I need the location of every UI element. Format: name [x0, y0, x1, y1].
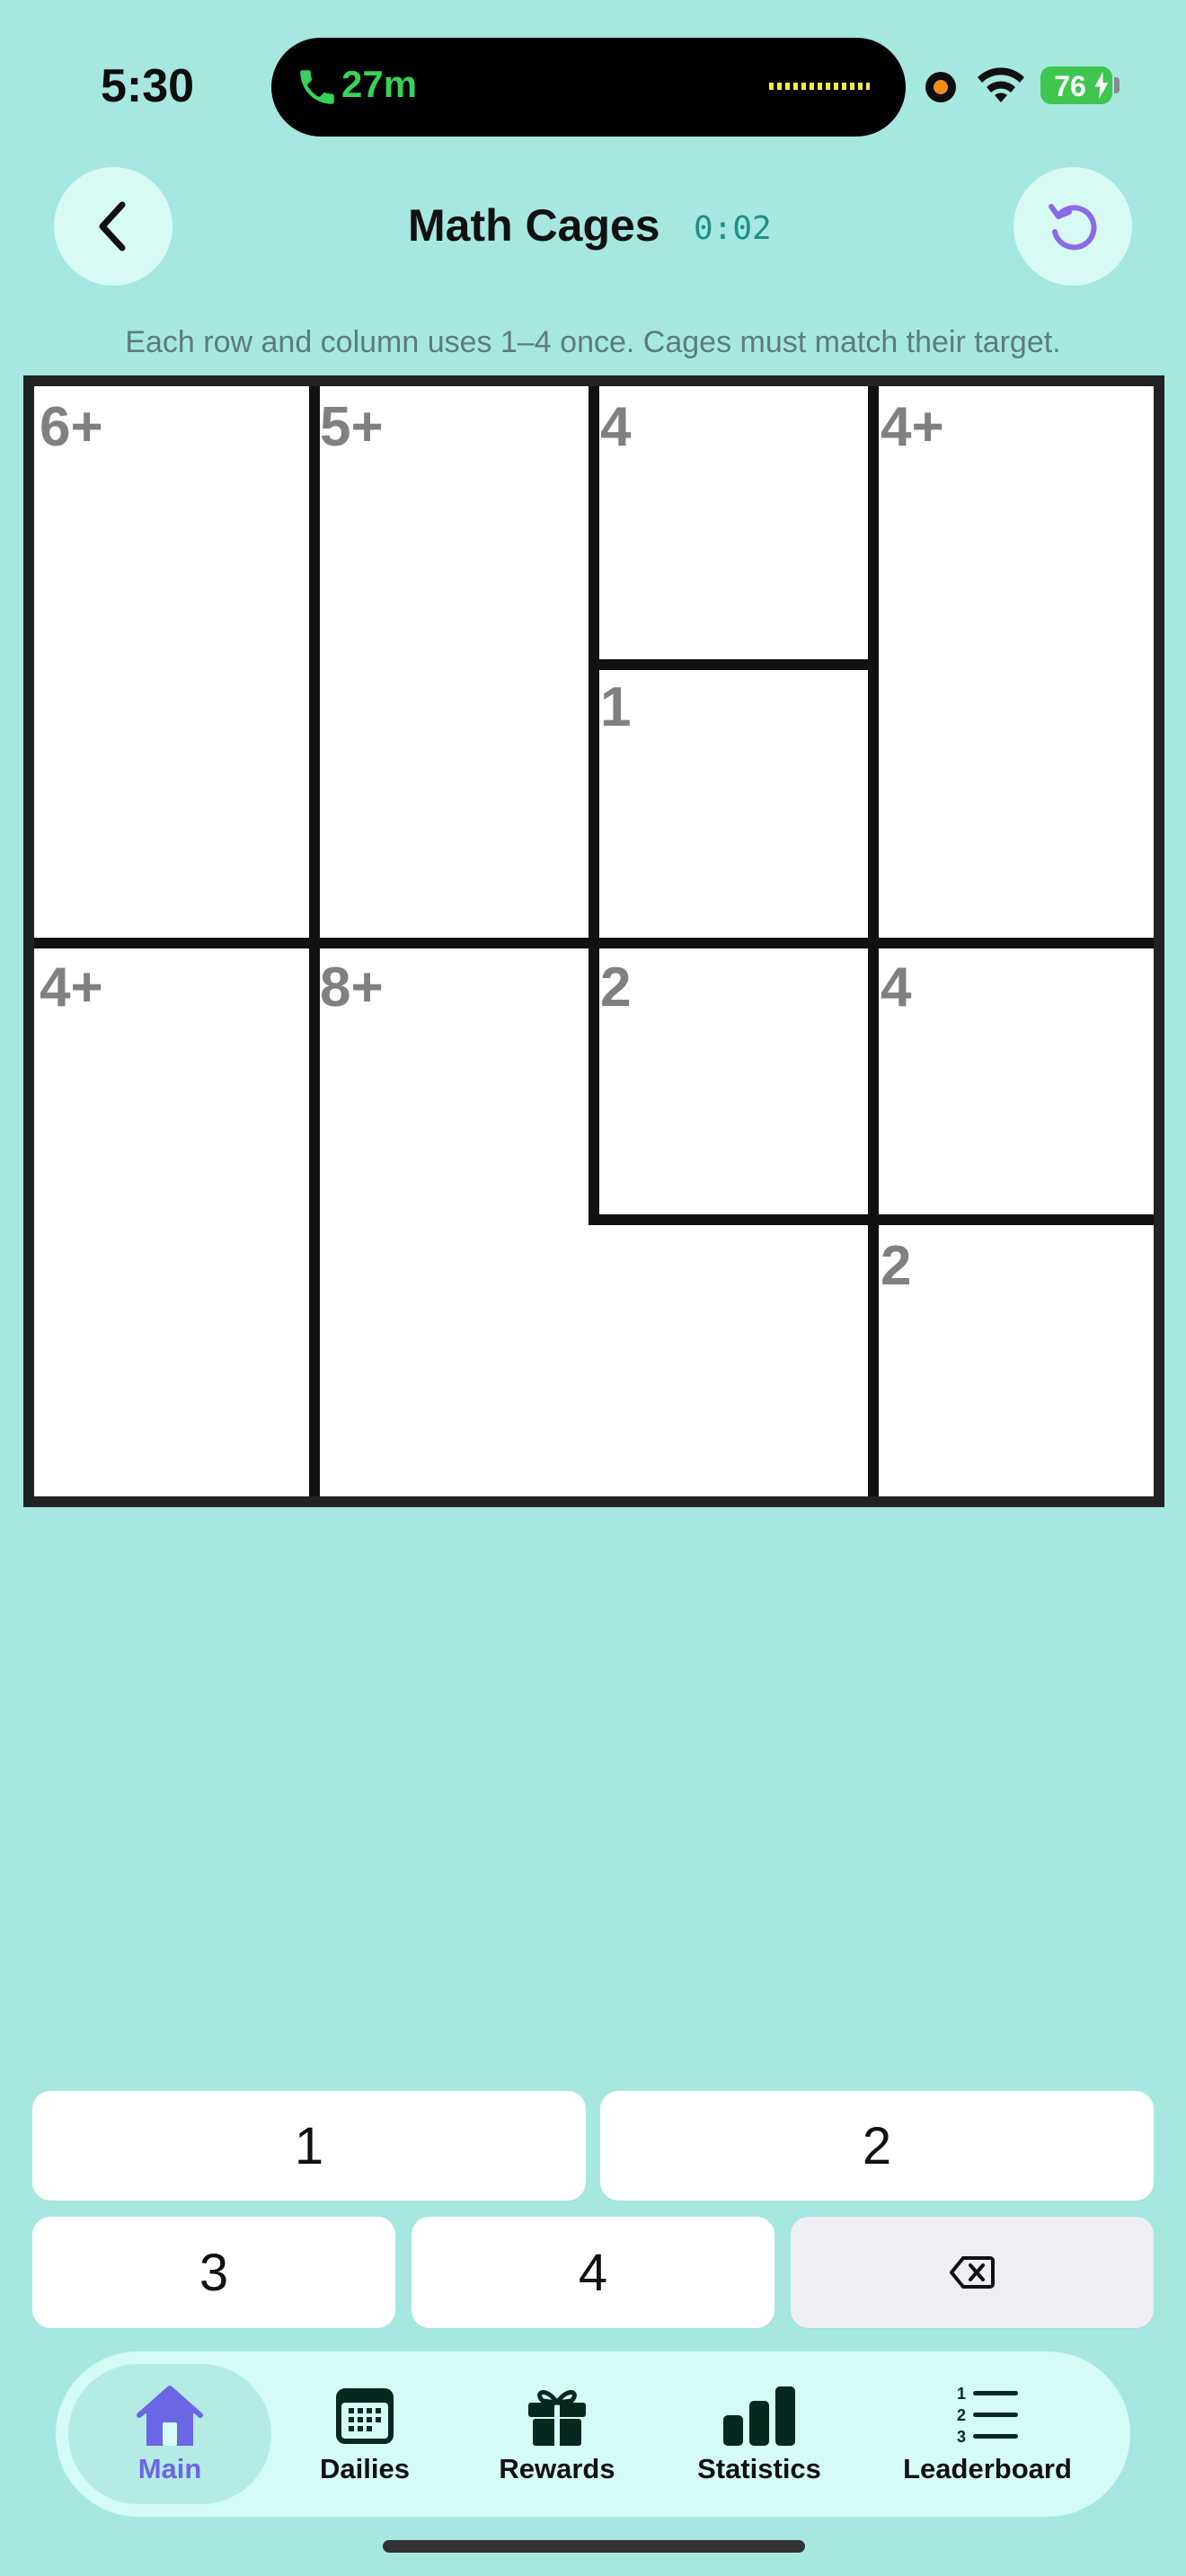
house-icon [137, 2386, 203, 2446]
key-3-button[interactable]: 3 [32, 2217, 395, 2328]
cell-r4c4[interactable] [872, 1219, 1154, 1496]
svg-text:3: 3 [957, 2428, 966, 2446]
call-duration: 27m [341, 63, 418, 105]
audio-waveform [769, 83, 870, 90]
page-title: Math Cages [408, 200, 660, 251]
tab-rewards[interactable]: Rewards [476, 2351, 638, 2517]
reset-button[interactable] [1013, 167, 1132, 286]
cage-divider [589, 386, 599, 1223]
tab-main-label: Main [137, 2453, 202, 2484]
backspace-icon [950, 2256, 995, 2289]
recording-indicator-icon [925, 72, 956, 102]
cage-clue: 2 [600, 957, 632, 1019]
tab-main[interactable]: Main [68, 2351, 271, 2517]
dynamic-island[interactable]: 27m [271, 38, 906, 137]
cage-divider [34, 938, 1154, 948]
key-4-button[interactable]: 4 [412, 2217, 774, 2328]
cell-r2c4[interactable] [872, 664, 1154, 941]
key-2-button[interactable]: 2 [600, 2091, 1154, 2201]
cell-r4c3[interactable] [593, 1219, 872, 1496]
cell-r4c1[interactable] [34, 1219, 314, 1496]
cell-r4c2[interactable] [314, 1219, 593, 1496]
back-button[interactable] [54, 167, 173, 286]
status-time: 5:30 [101, 60, 195, 112]
tab-leaderboard[interactable]: 1 2 3 Leaderboard [890, 2351, 1085, 2517]
tab-statistics-label: Statistics [697, 2453, 821, 2484]
battery-level: 76 [1054, 70, 1086, 102]
cell-r3c3[interactable] [593, 941, 872, 1219]
phone-icon [300, 70, 334, 104]
cage-divider [593, 659, 872, 670]
cell-r1c3[interactable] [593, 386, 872, 664]
tab-dailies-label: Dailies [320, 2453, 410, 2484]
cage-clue: 4 [881, 957, 912, 1019]
delete-button[interactable] [791, 2217, 1154, 2328]
tab-statistics[interactable]: Statistics [674, 2351, 845, 2517]
svg-text:2: 2 [957, 2406, 966, 2424]
puzzle-board[interactable]: 6+ 5+ 4 4+ 1 4+ 8+ 2 4 2 [23, 375, 1164, 1507]
cell-r2c2[interactable] [314, 664, 593, 941]
cage-clue: 1 [600, 676, 632, 738]
elapsed-timer: 0:02 [694, 210, 772, 247]
bar-chart-icon [723, 2386, 795, 2446]
cage-clue: 4 [600, 396, 632, 458]
rotate-ccw-icon [1049, 204, 1097, 251]
cell-r3c4[interactable] [872, 941, 1154, 1219]
wifi-icon [978, 67, 1024, 102]
chevron-left-icon [99, 201, 126, 251]
home-indicator[interactable] [383, 2540, 805, 2553]
svg-text:1: 1 [957, 2385, 966, 2403]
cage-clue: 2 [881, 1235, 912, 1297]
tab-dailies[interactable]: Dailies [286, 2351, 444, 2517]
calendar-icon [336, 2388, 394, 2444]
battery-cap [1114, 77, 1120, 93]
cage-divider [589, 1214, 1154, 1225]
cell-r2c1[interactable] [34, 664, 314, 941]
battery-icon: 76 [1040, 66, 1112, 104]
cage-clue: 8+ [320, 957, 384, 1019]
tab-rewards-label: Rewards [499, 2453, 615, 2484]
cage-clue: 5+ [320, 396, 384, 458]
numbered-list-icon: 1 2 3 [957, 2385, 1018, 2446]
cage-clue: 4+ [40, 957, 103, 1019]
instructions: Each row and column uses 1–4 once. Cages… [125, 325, 1061, 359]
gift-icon [528, 2390, 586, 2446]
cage-clue: 6+ [40, 396, 103, 458]
cell-r2c3[interactable] [593, 664, 872, 941]
key-1-button[interactable]: 1 [32, 2091, 586, 2201]
tab-leaderboard-label: Leaderboard [903, 2453, 1072, 2484]
cage-clue: 4+ [881, 396, 944, 458]
